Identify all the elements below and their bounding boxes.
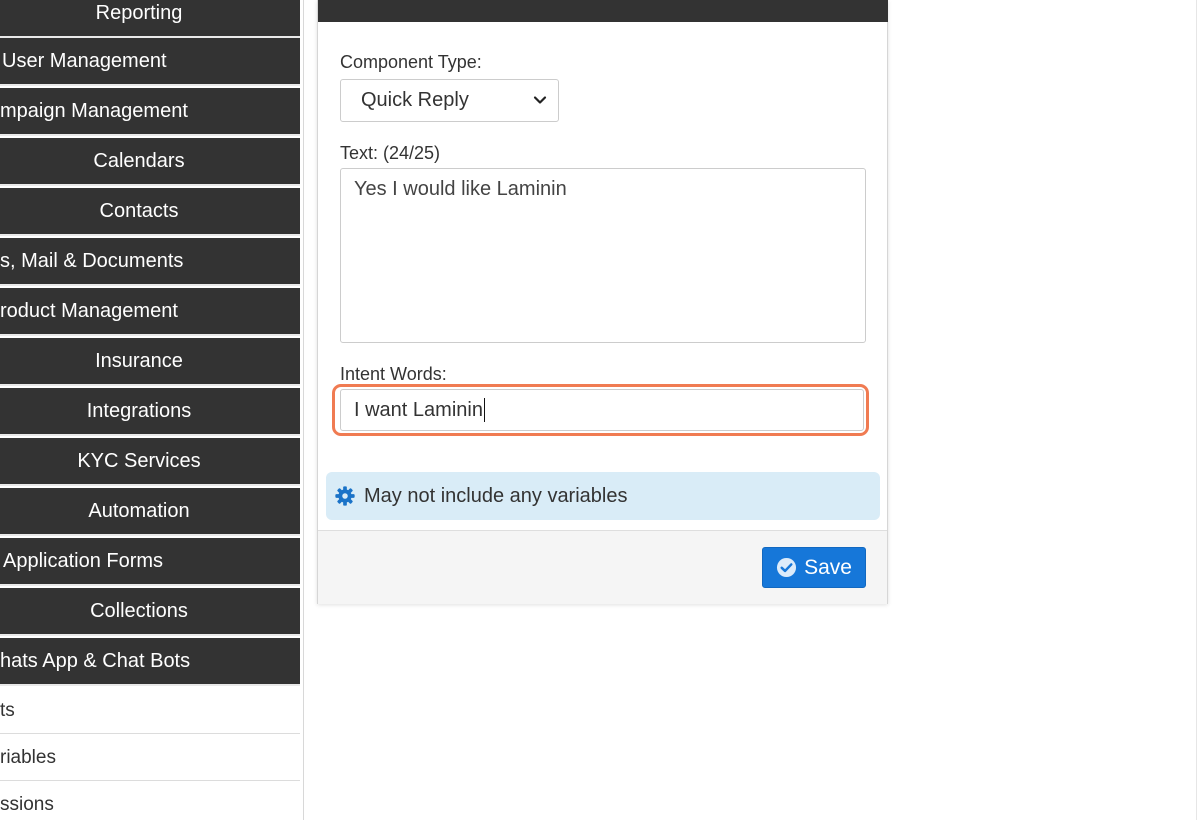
sidebar-item-label: Automation <box>88 499 190 522</box>
sidebar-item-label: Calendars <box>93 149 185 172</box>
sidebar-item-label: roduct Management <box>0 299 178 322</box>
sidebar-item-mail-documents[interactable]: s, Mail & Documents <box>0 238 300 286</box>
sidebar-item-integrations[interactable]: Integrations <box>0 388 300 436</box>
sidebar-item-product-management[interactable]: roduct Management <box>0 288 300 336</box>
sidebar-item-automation[interactable]: Automation <box>0 488 300 536</box>
sidebar-item-label: Reporting <box>95 1 183 24</box>
sidebar-item-kyc-services[interactable]: KYC Services <box>0 438 300 486</box>
sidebar-subitem[interactable]: ts <box>0 688 300 734</box>
sidebar-item-campaign-management[interactable]: mpaign Management <box>0 88 300 136</box>
info-text: May not include any variables <box>364 484 628 507</box>
sidebar-item-insurance[interactable]: Insurance <box>0 338 300 386</box>
sidebar-subitem-label: ssions <box>0 793 54 815</box>
gear-icon <box>335 486 355 506</box>
sidebar-item-collections[interactable]: Collections <box>0 588 300 636</box>
sidebar-subitem[interactable]: ssions <box>0 782 300 820</box>
component-type-select[interactable]: Quick Reply <box>340 79 559 122</box>
save-button[interactable]: Save <box>762 547 866 588</box>
sidebar-item-label: Collections <box>90 599 188 622</box>
panel-header <box>318 0 888 22</box>
sidebar-item-label: User Management <box>2 49 167 72</box>
sidebar-item-label: Contacts <box>99 199 179 222</box>
panel-footer: Save <box>318 530 887 604</box>
intent-words-value: I want Laminin <box>354 398 483 421</box>
text-textarea[interactable]: Yes I would like Laminin <box>340 168 866 343</box>
component-type-label: Component Type: <box>340 52 482 72</box>
sidebar-item-label: mpaign Management <box>0 99 188 122</box>
sidebar-subitem[interactable]: riables <box>0 735 300 781</box>
intent-words-input[interactable]: I want Laminin <box>340 389 864 431</box>
sidebar-item-label: s, Mail & Documents <box>0 249 184 272</box>
sidebar-item-contacts[interactable]: Contacts <box>0 188 300 236</box>
text-caret <box>483 398 486 422</box>
sidebar-item-application-forms[interactable]: Application Forms <box>0 538 300 586</box>
check-circle-icon <box>777 557 797 578</box>
sidebar-subitem-label: riables <box>0 746 56 768</box>
sidebar-item-user-management[interactable]: User Management <box>0 38 300 86</box>
sidebar-item-label: Integrations <box>86 399 192 422</box>
info-alert: May not include any variables <box>326 472 880 520</box>
sidebar-nav: Reporting User Management mpaign Managem… <box>0 0 304 820</box>
intent-words-label: Intent Words: <box>340 364 447 384</box>
sidebar-item-whatsapp-chat-bots[interactable]: hats App & Chat Bots <box>0 638 300 686</box>
text-label: Text: (24/25) <box>340 143 441 163</box>
save-label: Save <box>804 555 852 579</box>
sidebar-item-label: hats App & Chat Bots <box>0 649 191 672</box>
component-type-value: Quick Reply <box>361 89 469 111</box>
sidebar-item-label: Insurance <box>95 349 183 372</box>
component-details-panel: Component Type: Quick Reply Text: (24/25… <box>317 0 888 604</box>
window-edge <box>1196 0 1200 820</box>
chevron-down-icon <box>533 96 547 104</box>
sidebar-subitem-label: ts <box>0 699 15 721</box>
sidebar-item-calendars[interactable]: Calendars <box>0 138 300 186</box>
sidebar-item-label: KYC Services <box>77 449 201 472</box>
sidebar-item-label: Application Forms <box>3 549 164 572</box>
sidebar-item-reporting[interactable]: Reporting <box>0 0 300 38</box>
